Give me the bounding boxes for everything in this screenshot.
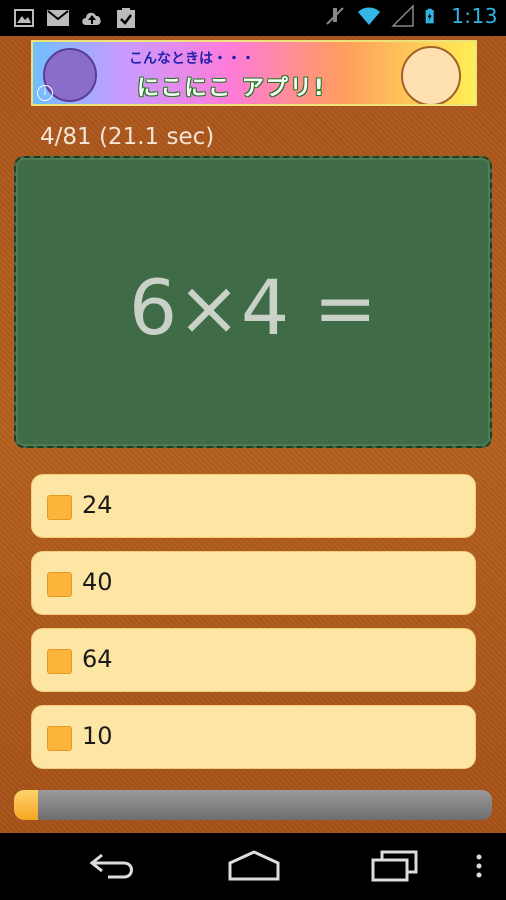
quiz-progress: 4/81 (21.1 sec) [40, 124, 215, 150]
recent-apps-icon[interactable] [370, 849, 420, 883]
smiling-face-icon [401, 46, 461, 104]
answer-label: 10 [82, 722, 113, 750]
image-icon [14, 9, 34, 27]
mute-icon [326, 7, 344, 25]
info-icon[interactable]: i [37, 85, 53, 101]
navigation-bar [0, 833, 506, 900]
checkbox-icon [47, 495, 72, 520]
answer-option[interactable]: 24 [31, 474, 476, 538]
ad-headline: にこにこ アプリ! [137, 76, 326, 101]
answer-label: 40 [82, 568, 113, 596]
answer-label: 64 [82, 645, 113, 673]
answer-option[interactable]: 64 [31, 628, 476, 692]
mail-icon [47, 10, 69, 26]
time-bar-fill [14, 790, 38, 820]
battery-icon [425, 8, 434, 24]
time-bar [14, 790, 492, 820]
answer-option[interactable]: 40 [31, 551, 476, 615]
clipboard-check-icon [117, 8, 135, 28]
system-icons: 1:13 [323, 4, 498, 28]
chalkboard: 6×4 = [14, 156, 492, 448]
status-bar: 1:13 [0, 0, 506, 36]
question-text: 6×4 = [128, 263, 378, 352]
checkbox-icon [47, 726, 72, 751]
notification-icons [12, 6, 138, 30]
answer-option[interactable]: 10 [31, 705, 476, 769]
ad-tagline: こんなときは・・・ [129, 51, 255, 67]
clock: 1:13 [451, 4, 498, 28]
answer-label: 24 [82, 491, 113, 519]
overflow-menu-icon[interactable] [474, 849, 484, 883]
signal-icon [391, 4, 414, 27]
wifi-icon [358, 7, 381, 25]
ad-banner[interactable]: こんなときは・・・ にこにこ アプリ! i [31, 40, 477, 106]
checkbox-icon [47, 649, 72, 674]
upload-icon [82, 12, 101, 25]
quiz-screen: こんなときは・・・ にこにこ アプリ! i 4/81 (21.1 sec) 6×… [0, 36, 506, 833]
checkbox-icon [47, 572, 72, 597]
home-icon[interactable] [226, 849, 282, 883]
back-icon[interactable] [88, 849, 138, 883]
